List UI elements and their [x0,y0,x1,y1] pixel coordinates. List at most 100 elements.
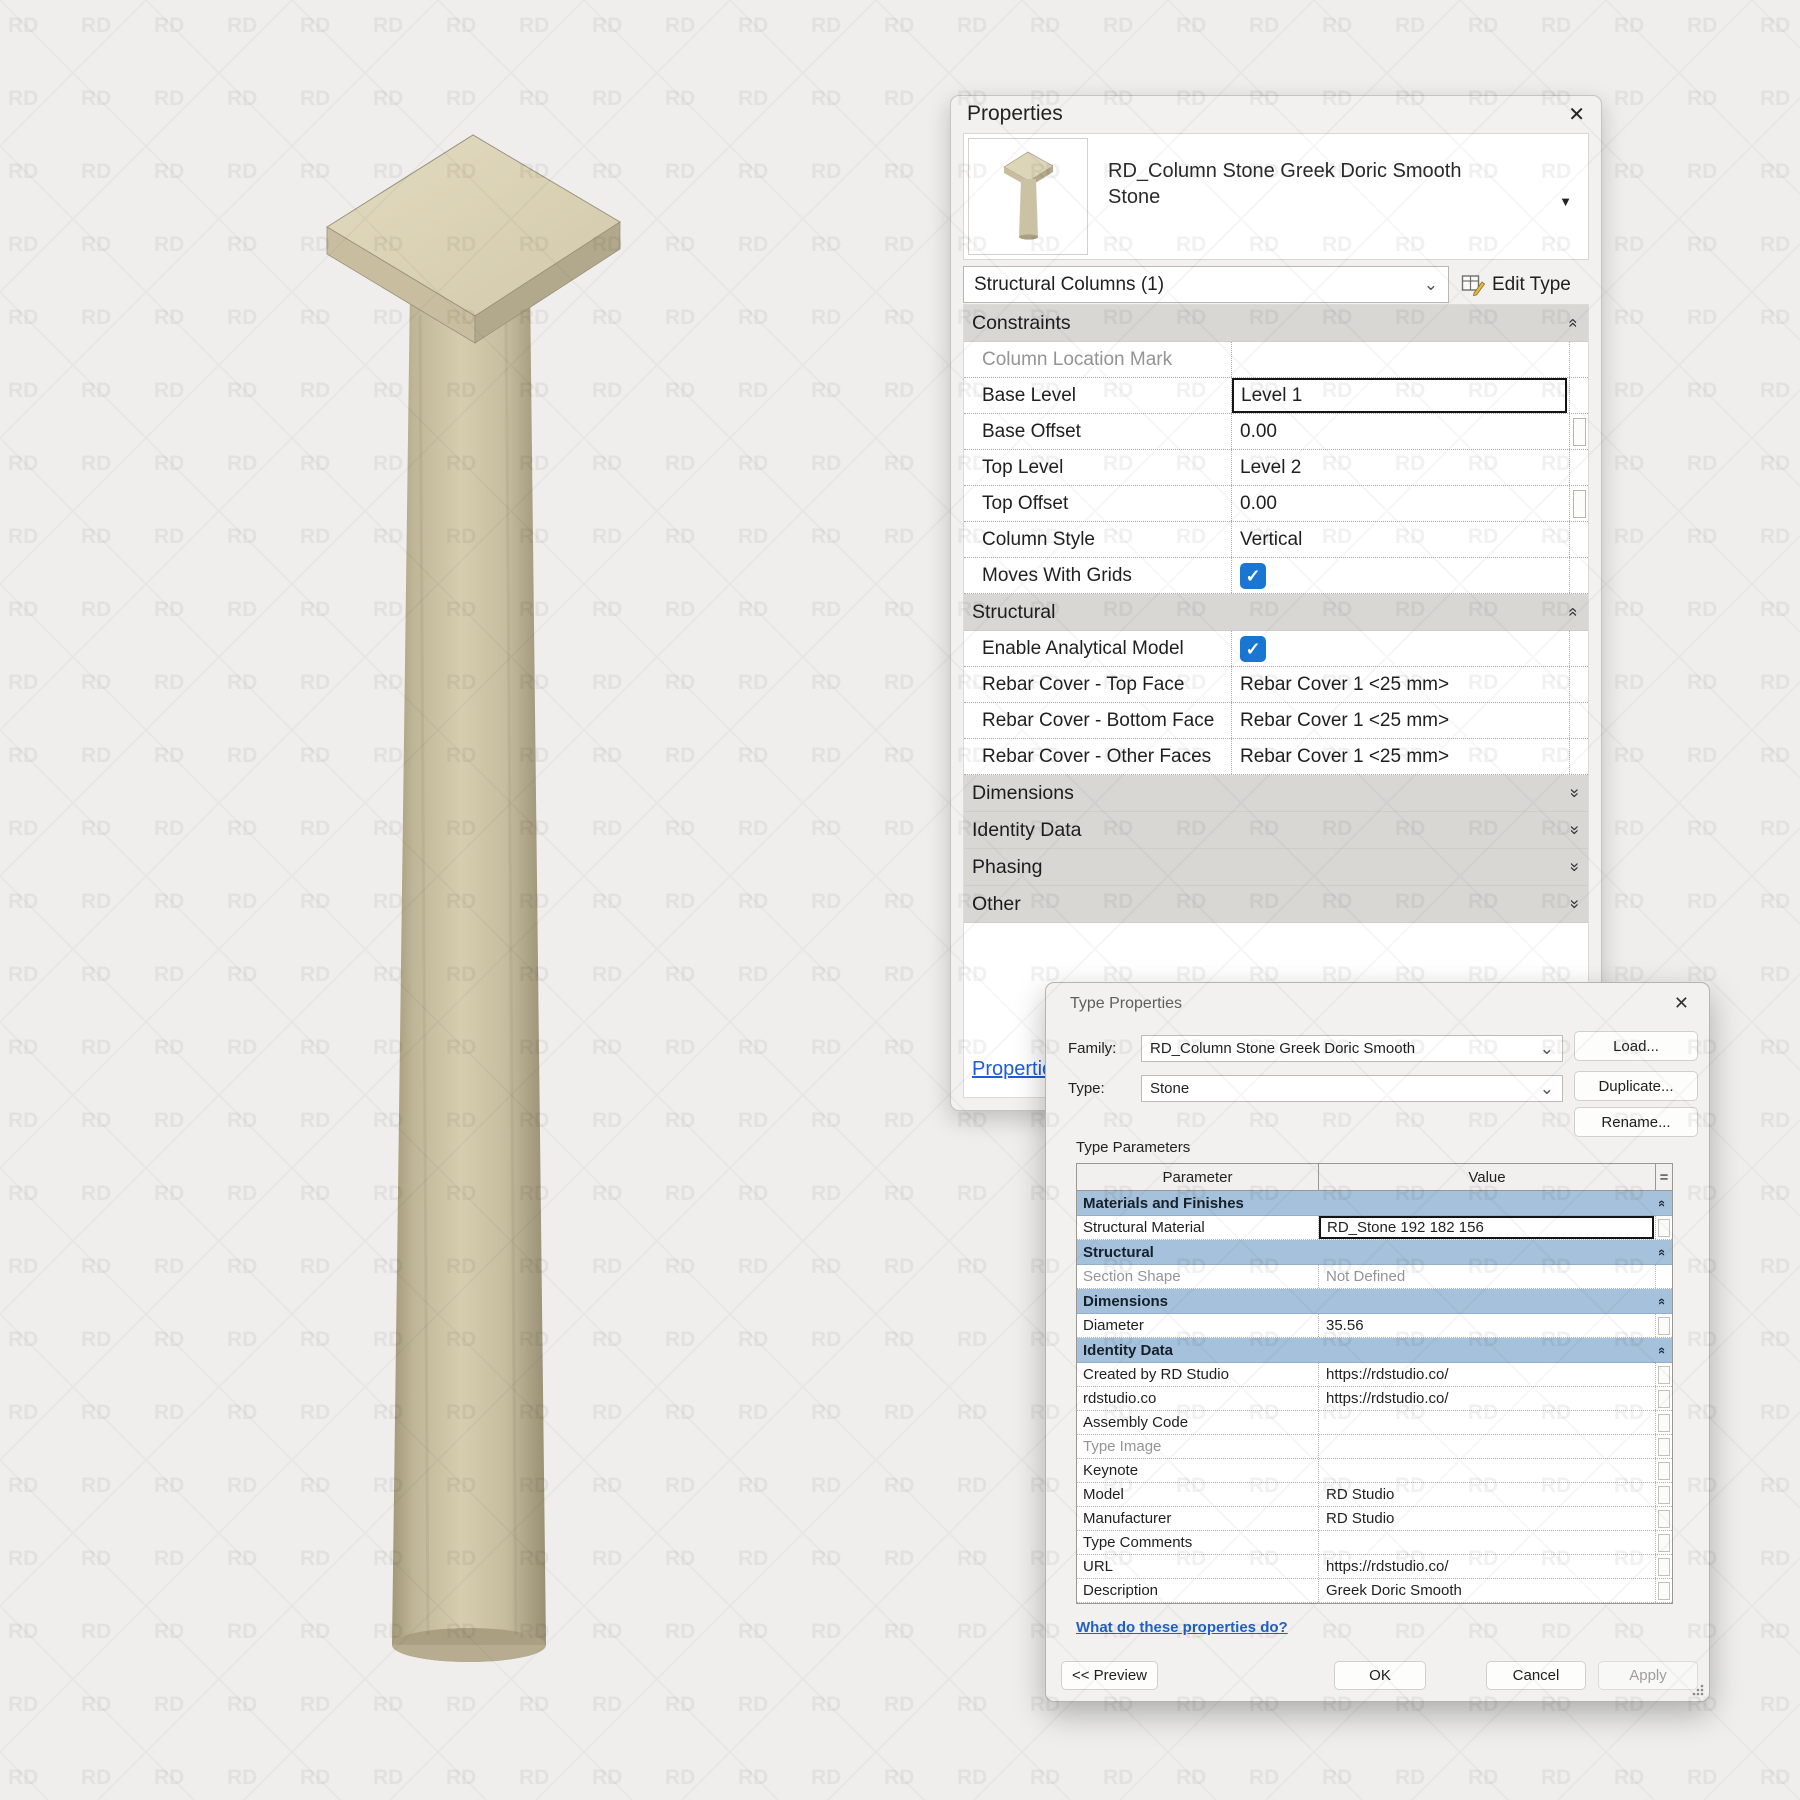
property-value-cell[interactable]: 0.00 [1232,414,1570,449]
close-icon[interactable]: ✕ [1568,102,1585,127]
section-header-dimensions[interactable]: Dimensions« [964,775,1588,812]
param-row-assembly-code[interactable]: Assembly Code [1077,1411,1672,1435]
collapse-section-icon[interactable]: « [1655,1297,1670,1304]
param-value-cell[interactable] [1319,1435,1656,1458]
param-row-type-image[interactable]: Type Image [1077,1435,1672,1459]
resize-grip[interactable] [1689,1681,1705,1697]
focused-value-editor[interactable]: RD_Stone 192 182 156 [1319,1216,1654,1239]
associate-parameter-box[interactable] [1658,1558,1670,1576]
property-value-cell[interactable]: Level 1 [1232,378,1570,413]
checkbox-checked[interactable]: ✓ [1240,636,1266,662]
associate-parameter-box[interactable] [1658,1219,1670,1237]
checkbox-checked[interactable]: ✓ [1240,563,1266,589]
type-selector-preview[interactable]: RD_Column Stone Greek Doric Smooth Stone… [963,133,1589,260]
duplicate-button[interactable]: Duplicate... [1574,1071,1698,1101]
associate-parameter-box[interactable] [1658,1582,1670,1600]
param-row-structural-material[interactable]: Structural MaterialRD_Stone 192 182 156 [1077,1216,1672,1240]
property-value-cell[interactable]: ✓ [1232,631,1570,666]
param-row-section-shape[interactable]: Section ShapeNot Defined [1077,1265,1672,1289]
property-value-cell[interactable] [1232,342,1570,377]
param-section-header-structural[interactable]: Structural« [1077,1240,1672,1265]
category-filter-select[interactable]: Structural Columns (1) ⌄ [963,266,1449,303]
param-section-header-dimensions[interactable]: Dimensions« [1077,1289,1672,1314]
property-value-cell[interactable]: 0.00 [1232,486,1570,521]
properties-help-question-link[interactable]: What do these properties do? [1076,1619,1288,1636]
expand-section-icon[interactable]: « [1563,899,1583,908]
param-value-cell[interactable]: https://rdstudio.co/ [1319,1387,1656,1410]
property-row-base-offset[interactable]: Base Offset0.00 [964,414,1588,450]
section-header-phasing[interactable]: Phasing« [964,849,1588,886]
param-row-created-by-rd-studio[interactable]: Created by RD Studiohttps://rdstudio.co/ [1077,1363,1672,1387]
associate-parameter-box[interactable] [1658,1438,1670,1456]
param-row-model[interactable]: ModelRD Studio [1077,1483,1672,1507]
collapse-section-icon[interactable]: « [1655,1248,1670,1255]
param-value-cell[interactable] [1319,1459,1656,1482]
param-row-rdstudio-co[interactable]: rdstudio.cohttps://rdstudio.co/ [1077,1387,1672,1411]
expand-section-icon[interactable]: « [1563,788,1583,797]
param-value-cell[interactable]: Not Defined [1319,1265,1656,1288]
type-selector-dropdown-icon[interactable]: ▼ [1559,194,1572,209]
property-value-cell[interactable]: Rebar Cover 1 <25 mm> [1232,739,1570,774]
param-value-cell[interactable] [1319,1411,1656,1434]
collapse-section-icon[interactable]: « [1563,318,1583,327]
dialog-close-icon[interactable]: ✕ [1674,993,1689,1014]
collapse-section-icon[interactable]: « [1563,607,1583,616]
expand-section-icon[interactable]: « [1563,862,1583,871]
associate-parameter-box[interactable] [1658,1390,1670,1408]
property-row-rebar-cover-other-faces[interactable]: Rebar Cover - Other FacesRebar Cover 1 <… [964,739,1588,775]
property-value-cell[interactable]: ✓ [1232,558,1570,593]
section-header-structural[interactable]: Structural« [964,594,1588,631]
associate-parameter-box[interactable] [1658,1317,1670,1335]
param-value-cell[interactable]: https://rdstudio.co/ [1319,1555,1656,1578]
property-row-top-offset[interactable]: Top Offset0.00 [964,486,1588,522]
property-value-cell[interactable]: Rebar Cover 1 <25 mm> [1232,667,1570,702]
param-value-cell[interactable]: RD Studio [1319,1507,1656,1530]
param-section-header-materials-and-finishes[interactable]: Materials and Finishes« [1077,1191,1672,1216]
properties-help-link[interactable]: Propertie [972,1058,1053,1081]
associate-parameter-box[interactable] [1658,1486,1670,1504]
associate-parameter-box[interactable] [1573,418,1586,446]
param-row-description[interactable]: DescriptionGreek Doric Smooth [1077,1579,1672,1603]
property-row-rebar-cover-top-face[interactable]: Rebar Cover - Top FaceRebar Cover 1 <25 … [964,667,1588,703]
property-row-enable-analytical-model[interactable]: Enable Analytical Model✓ [964,631,1588,667]
param-value-cell[interactable]: RD Studio [1319,1483,1656,1506]
property-row-rebar-cover-bottom-face[interactable]: Rebar Cover - Bottom FaceRebar Cover 1 <… [964,703,1588,739]
cancel-button[interactable]: Cancel [1486,1661,1586,1690]
expand-section-icon[interactable]: « [1563,825,1583,834]
collapse-section-icon[interactable]: « [1655,1346,1670,1353]
property-value-cell[interactable]: Level 2 [1232,450,1570,485]
param-row-url[interactable]: URLhttps://rdstudio.co/ [1077,1555,1672,1579]
section-header-constraints[interactable]: Constraints« [964,305,1588,342]
param-value-cell[interactable] [1319,1531,1656,1554]
ok-button[interactable]: OK [1334,1661,1426,1690]
type-select[interactable]: Stone ⌄ [1141,1075,1563,1102]
property-row-moves-with-grids[interactable]: Moves With Grids✓ [964,558,1588,594]
property-value-cell[interactable]: Rebar Cover 1 <25 mm> [1232,703,1570,738]
param-value-cell[interactable]: https://rdstudio.co/ [1319,1363,1656,1386]
associate-parameter-box[interactable] [1658,1414,1670,1432]
property-row-top-level[interactable]: Top LevelLevel 2 [964,450,1588,486]
property-row-column-style[interactable]: Column StyleVertical [964,522,1588,558]
param-row-manufacturer[interactable]: ManufacturerRD Studio [1077,1507,1672,1531]
edit-type-button[interactable]: Edit Type [1461,274,1571,296]
param-value-cell[interactable]: Greek Doric Smooth [1319,1579,1656,1602]
rename-button[interactable]: Rename... [1574,1107,1698,1137]
property-row-column-location-mark[interactable]: Column Location Mark [964,342,1588,378]
param-value-cell[interactable]: 35.56 [1319,1314,1656,1337]
load-button[interactable]: Load... [1574,1031,1698,1061]
property-row-base-level[interactable]: Base LevelLevel 1 [964,378,1588,414]
value-column-header[interactable]: Value [1319,1164,1656,1190]
param-section-header-identity-data[interactable]: Identity Data« [1077,1338,1672,1363]
associate-parameter-box[interactable] [1658,1510,1670,1528]
collapse-section-icon[interactable]: « [1655,1199,1670,1206]
param-value-cell[interactable]: RD_Stone 192 182 156 [1319,1216,1656,1239]
family-select[interactable]: RD_Column Stone Greek Doric Smooth ⌄ [1141,1035,1563,1062]
preview-button[interactable]: << Preview [1061,1661,1158,1690]
param-row-diameter[interactable]: Diameter35.56 [1077,1314,1672,1338]
param-row-keynote[interactable]: Keynote [1077,1459,1672,1483]
param-row-type-comments[interactable]: Type Comments [1077,1531,1672,1555]
property-value-cell[interactable]: Vertical [1232,522,1570,557]
associate-parameter-box[interactable] [1573,490,1586,518]
associate-parameter-box[interactable] [1658,1366,1670,1384]
associate-parameter-box[interactable] [1658,1462,1670,1480]
